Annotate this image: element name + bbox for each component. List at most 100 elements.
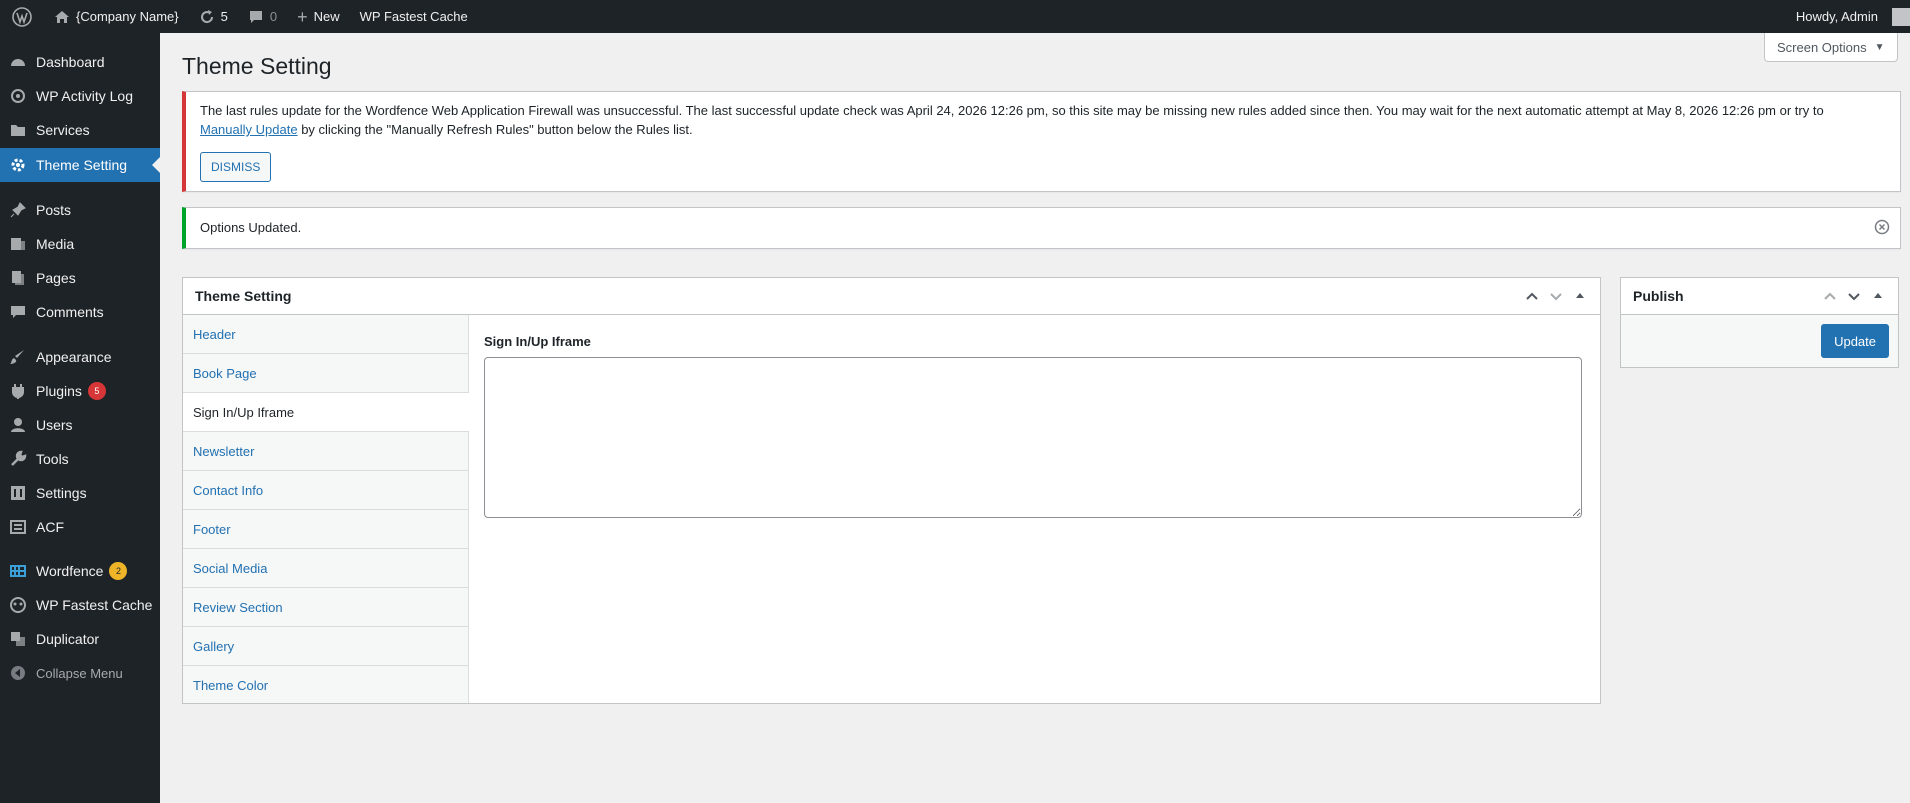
pin-icon xyxy=(0,201,36,219)
tab-theme-color[interactable]: Theme Color xyxy=(183,666,468,704)
error-notice-message: The last rules update for the Wordfence … xyxy=(200,103,1824,118)
activity-log-icon xyxy=(0,87,36,105)
site-name: {Company Name} xyxy=(76,9,179,24)
metabox-handles xyxy=(1524,288,1588,304)
new-label: New xyxy=(313,9,340,24)
metabox-title: Theme Setting xyxy=(195,288,292,304)
user-icon xyxy=(0,416,36,434)
tab-gallery[interactable]: Gallery xyxy=(183,627,468,666)
tab-book-page[interactable]: Book Page xyxy=(183,354,468,393)
sidebar-item-label: WP Activity Log xyxy=(36,88,134,104)
sidebar-item-users[interactable]: Users xyxy=(0,408,160,442)
howdy-text: Howdy, Admin xyxy=(1795,9,1878,24)
dismiss-notice-icon[interactable] xyxy=(1874,219,1890,235)
iframe-code-textarea[interactable] xyxy=(484,357,1582,518)
avatar xyxy=(1892,7,1910,26)
publish-title: Publish xyxy=(1633,288,1684,304)
update-button[interactable]: Update xyxy=(1821,324,1889,358)
sidebar-item-label: Settings xyxy=(36,485,87,501)
new-content-menu[interactable]: + New xyxy=(287,0,350,33)
sidebar-item-pages[interactable]: Pages xyxy=(0,261,160,295)
tab-panel: Sign In/Up Iframe xyxy=(484,315,1584,521)
sidebar-item-label: Plugins xyxy=(36,383,82,399)
sidebar-item-label: Theme Setting xyxy=(36,157,128,173)
caret-down-icon: ▼ xyxy=(1874,41,1885,53)
tab-review-section[interactable]: Review Section xyxy=(183,588,468,627)
collapse-menu-button[interactable]: Collapse Menu xyxy=(0,656,160,690)
publish-metabox: Publish Update xyxy=(1620,277,1899,368)
sidebar-item-label: Appearance xyxy=(36,349,112,365)
success-notice-text: Options Updated. xyxy=(200,220,302,235)
tab-sign-in-up-iframe[interactable]: Sign In/Up Iframe xyxy=(183,393,469,432)
fastest-cache-menu[interactable]: WP Fastest Cache xyxy=(350,0,478,33)
sidebar-item-wordfence[interactable]: Wordfence 2 xyxy=(0,554,160,588)
sidebar-item-wp-fastest-cache[interactable]: WP Fastest Cache xyxy=(0,588,160,622)
main-content: Theme Setting Screen Options ▼ The last … xyxy=(160,33,1910,803)
tab-footer[interactable]: Footer xyxy=(183,510,468,549)
dismiss-button[interactable]: DISMISS xyxy=(200,152,272,182)
sidebar-item-appearance[interactable]: Appearance xyxy=(0,340,160,374)
sidebar-item-label: Tools xyxy=(36,451,69,467)
sidebar-item-wp-activity-log[interactable]: WP Activity Log xyxy=(0,79,160,113)
comment-icon xyxy=(249,10,262,23)
sidebar-item-media[interactable]: Media xyxy=(0,227,160,261)
toggle-panel-icon[interactable] xyxy=(1870,288,1886,304)
wordpress-logo-icon xyxy=(12,6,32,27)
sidebar-item-label: Wordfence xyxy=(36,563,104,579)
sidebar-item-duplicator[interactable]: Duplicator xyxy=(0,622,160,656)
admin-bar: {Company Name} 5 0 + New WP Fastest Cach… xyxy=(0,0,1910,33)
screen-options-button[interactable]: Screen Options ▼ xyxy=(1764,33,1898,62)
sidebar-item-label: Pages xyxy=(36,270,76,286)
gear-icon xyxy=(0,156,36,174)
brush-icon xyxy=(0,348,36,366)
sidebar-item-tools[interactable]: Tools xyxy=(0,442,160,476)
sidebar-item-comments[interactable]: Comments xyxy=(0,295,160,329)
tab-social-media[interactable]: Social Media xyxy=(183,549,468,588)
sidebar-item-label: Media xyxy=(36,236,75,252)
wp-logo-menu[interactable] xyxy=(0,0,44,33)
sidebar-item-dashboard[interactable]: Dashboard xyxy=(0,45,160,79)
collapse-icon xyxy=(0,665,36,681)
wordfence-icon xyxy=(0,562,36,580)
tab-contact-info[interactable]: Contact Info xyxy=(183,471,468,510)
refresh-icon xyxy=(200,9,213,23)
plus-icon: + xyxy=(297,6,308,27)
account-menu[interactable]: Howdy, Admin xyxy=(1786,0,1910,33)
options-updated-notice: Options Updated. xyxy=(182,207,1901,249)
screen-options-label: Screen Options xyxy=(1777,39,1867,55)
sidebar-item-plugins[interactable]: Plugins 5 xyxy=(0,374,160,408)
tab-newsletter[interactable]: Newsletter xyxy=(183,432,468,471)
sidebar-item-label: ACF xyxy=(36,519,64,535)
comments-menu[interactable]: 0 xyxy=(238,0,287,33)
sidebar-item-settings[interactable]: Settings xyxy=(0,476,160,510)
fastest-cache-label: WP Fastest Cache xyxy=(359,9,468,24)
theme-setting-metabox: Theme Setting Header Book Page Sign In/U… xyxy=(182,277,1601,704)
admin-sidebar: Dashboard WP Activity Log Services Theme… xyxy=(0,33,160,803)
pages-icon xyxy=(0,269,36,287)
cheetah-icon xyxy=(0,596,36,614)
sidebar-item-acf[interactable]: ACF xyxy=(0,510,160,544)
move-down-icon[interactable] xyxy=(1548,288,1564,304)
move-down-icon[interactable] xyxy=(1846,288,1862,304)
toggle-panel-icon[interactable] xyxy=(1572,288,1588,304)
sidebar-item-posts[interactable]: Posts xyxy=(0,193,160,227)
sidebar-item-theme-setting[interactable]: Theme Setting xyxy=(0,148,160,182)
metabox-header: Theme Setting xyxy=(183,278,1600,315)
error-notice-text: The last rules update for the Wordfence … xyxy=(200,101,1870,139)
duplicator-icon xyxy=(0,630,36,648)
sidebar-item-services[interactable]: Services xyxy=(0,113,160,147)
updates-count: 5 xyxy=(220,9,228,24)
updates-menu[interactable]: 5 xyxy=(189,0,238,33)
comment-icon xyxy=(0,303,36,321)
site-name-menu[interactable]: {Company Name} xyxy=(44,0,189,33)
error-notice-message-after: by clicking the "Manually Refresh Rules"… xyxy=(301,122,693,137)
dashboard-icon xyxy=(0,53,36,71)
manually-update-link[interactable]: Manually Update xyxy=(200,122,298,137)
wordfence-error-notice: The last rules update for the Wordfence … xyxy=(182,91,1901,192)
tab-header[interactable]: Header xyxy=(183,315,468,354)
move-up-icon[interactable] xyxy=(1822,288,1838,304)
move-up-icon[interactable] xyxy=(1524,288,1540,304)
sidebar-item-label: Collapse Menu xyxy=(36,665,123,681)
plugin-icon xyxy=(0,382,36,400)
sidebar-item-label: Users xyxy=(36,417,73,433)
